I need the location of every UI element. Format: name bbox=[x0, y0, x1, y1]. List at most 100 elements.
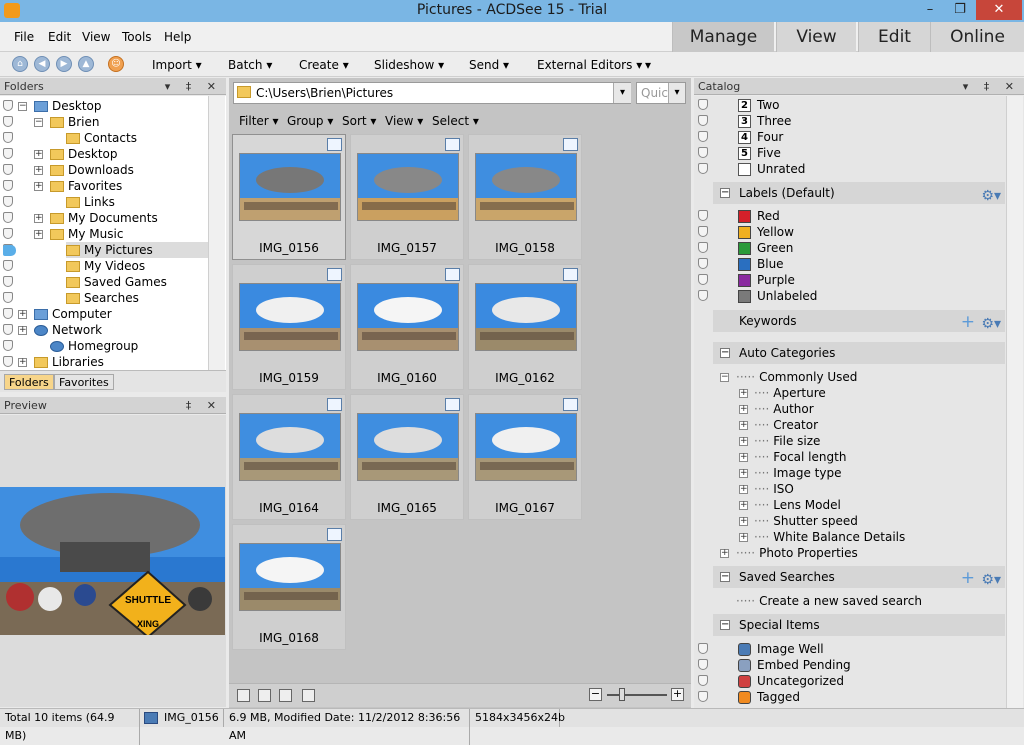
collapse-icon[interactable]: − bbox=[720, 373, 729, 382]
expand-toggle-icon[interactable]: + bbox=[34, 214, 43, 223]
collapse-icon[interactable]: − bbox=[720, 620, 730, 630]
auto-category-item[interactable]: ···· ISO bbox=[754, 481, 794, 497]
folder-tree-item[interactable]: Libraries bbox=[34, 354, 104, 370]
gear-icon[interactable]: ⚙▾ bbox=[981, 569, 1001, 591]
back-icon[interactable]: ◀ bbox=[34, 56, 50, 72]
thumbnail-item[interactable]: IMG_0164 bbox=[232, 394, 346, 520]
path-dropdown-icon[interactable]: ▾ bbox=[613, 83, 631, 103]
label-item[interactable]: Unlabeled bbox=[738, 288, 817, 304]
add-icon[interactable]: + bbox=[961, 567, 975, 589]
folder-tree-item[interactable]: My Videos bbox=[66, 258, 145, 274]
tab-favorites[interactable]: Favorites bbox=[54, 374, 114, 390]
tab-view[interactable]: View bbox=[776, 22, 856, 52]
folders-scrollbar[interactable] bbox=[208, 96, 225, 370]
folder-tree-item[interactable]: Homegroup bbox=[50, 338, 138, 354]
up-icon[interactable]: ▲ bbox=[78, 56, 94, 72]
refresh-icon[interactable] bbox=[279, 689, 292, 702]
view-menu[interactable]: View ▾ bbox=[385, 114, 423, 128]
rating-item[interactable]: 3 Three bbox=[738, 113, 791, 129]
expand-toggle-icon[interactable]: + bbox=[18, 358, 27, 367]
sort-menu[interactable]: Sort ▾ bbox=[342, 114, 376, 128]
preview-panel-controls[interactable]: ‡ ✕ bbox=[186, 397, 222, 414]
select-menu[interactable]: Select ▾ bbox=[432, 114, 479, 128]
saved-searches-section[interactable]: − Saved Searches + ⚙▾ bbox=[713, 566, 1005, 588]
tab-online[interactable]: Online bbox=[930, 22, 1024, 52]
zoom-slider[interactable] bbox=[607, 694, 667, 696]
auto-category-item[interactable]: ···· Focal length bbox=[754, 449, 846, 465]
expand-toggle-icon[interactable]: + bbox=[739, 501, 748, 510]
auto-categories-section[interactable]: − Auto Categories bbox=[713, 342, 1005, 364]
folder-tree-item[interactable]: My Music bbox=[50, 226, 123, 242]
expand-toggle-icon[interactable]: − bbox=[18, 102, 27, 111]
compare-icon[interactable] bbox=[302, 689, 315, 702]
thumbnail-item[interactable]: IMG_0158 bbox=[468, 134, 582, 260]
label-item[interactable]: Yellow bbox=[738, 224, 794, 240]
panel-controls[interactable]: ▾ ‡ ✕ bbox=[165, 78, 222, 95]
thumbnail-item[interactable]: IMG_0165 bbox=[350, 394, 464, 520]
menu-view[interactable]: View bbox=[82, 30, 110, 44]
rating-item[interactable]: Unrated bbox=[738, 161, 805, 177]
folder-tree-item[interactable]: Computer bbox=[34, 306, 112, 322]
zoom-in-icon[interactable]: + bbox=[671, 688, 684, 701]
expand-toggle-icon[interactable]: + bbox=[739, 437, 748, 446]
gear-icon[interactable]: ⚙▾ bbox=[981, 185, 1001, 207]
rating-item[interactable]: 2 Two bbox=[738, 97, 780, 113]
expand-toggle-icon[interactable]: + bbox=[739, 533, 748, 542]
label-item[interactable]: Red bbox=[738, 208, 780, 224]
toolbar-overflow-icon[interactable]: ▾ bbox=[645, 58, 651, 72]
expand-toggle-icon[interactable]: + bbox=[739, 421, 748, 430]
expand-toggle-icon[interactable]: + bbox=[18, 326, 27, 335]
tab-edit[interactable]: Edit bbox=[858, 22, 930, 52]
menu-tools[interactable]: Tools bbox=[122, 30, 152, 44]
expand-toggle-icon[interactable]: + bbox=[18, 310, 27, 319]
thumbnail-item[interactable]: IMG_0167 bbox=[468, 394, 582, 520]
folder-tree-item[interactable]: Contacts bbox=[66, 130, 137, 146]
rating-item[interactable]: 4 Four bbox=[738, 129, 783, 145]
catalog-panel-controls[interactable]: ▾ ‡ ✕ bbox=[963, 78, 1020, 95]
auto-category-item[interactable]: ···· White Balance Details bbox=[754, 529, 905, 545]
path-field[interactable]: C:\Users\Brien\Pictures bbox=[233, 82, 631, 104]
import-menu[interactable]: Import ▾ bbox=[152, 58, 202, 72]
thumbnail-item[interactable]: IMG_0160 bbox=[350, 264, 464, 390]
thumbnail-item[interactable]: IMG_0159 bbox=[232, 264, 346, 390]
special-item[interactable]: Uncategorized bbox=[738, 673, 844, 689]
auto-category-item[interactable]: ···· Image type bbox=[754, 465, 841, 481]
expand-toggle-icon[interactable]: + bbox=[34, 182, 43, 191]
group-menu[interactable]: Group ▾ bbox=[287, 114, 333, 128]
external-editors-menu[interactable]: External Editors ▾ bbox=[537, 58, 642, 72]
labels-section[interactable]: − Labels (Default) ⚙▾ bbox=[713, 182, 1005, 204]
folder-tree-item[interactable]: Downloads bbox=[50, 162, 134, 178]
collapse-icon[interactable]: − bbox=[720, 572, 730, 582]
close-button[interactable]: ✕ bbox=[976, 0, 1022, 20]
expand-toggle-icon[interactable]: − bbox=[34, 118, 43, 127]
label-item[interactable]: Green bbox=[738, 240, 793, 256]
folder-tree-item[interactable]: Favorites bbox=[50, 178, 122, 194]
expand-toggle-icon[interactable]: + bbox=[739, 453, 748, 462]
commonly-used-item[interactable]: ····· Commonly Used bbox=[736, 369, 857, 385]
home-icon[interactable]: ⌂ bbox=[12, 56, 28, 72]
folder-tree-item[interactable]: Searches bbox=[66, 290, 139, 306]
special-item[interactable]: Tagged bbox=[738, 689, 800, 705]
folder-tree-item[interactable]: Network bbox=[34, 322, 102, 338]
thumbnail-item[interactable]: IMG_0157 bbox=[350, 134, 464, 260]
forward-icon[interactable]: ▶ bbox=[56, 56, 72, 72]
expand-toggle-icon[interactable]: + bbox=[739, 389, 748, 398]
folder-tree-item[interactable]: Desktop bbox=[50, 146, 118, 162]
label-item[interactable]: Blue bbox=[738, 256, 784, 272]
thumbnail-item[interactable]: IMG_0168 bbox=[232, 524, 346, 650]
expand-toggle-icon[interactable]: + bbox=[739, 405, 748, 414]
menu-file[interactable]: File bbox=[14, 30, 34, 44]
menu-help[interactable]: Help bbox=[164, 30, 191, 44]
folder-tree-item[interactable]: Brien bbox=[50, 114, 100, 130]
expand-toggle-icon[interactable]: + bbox=[720, 549, 729, 558]
minimize-button[interactable]: – bbox=[916, 0, 944, 20]
collapse-icon[interactable]: − bbox=[720, 348, 730, 358]
shortcut-icon[interactable]: ☺ bbox=[108, 56, 124, 72]
auto-category-item[interactable]: ···· Creator bbox=[754, 417, 818, 433]
auto-category-item[interactable]: ···· Author bbox=[754, 401, 814, 417]
rotate-left-icon[interactable] bbox=[237, 689, 250, 702]
catalog-scrollbar[interactable] bbox=[1006, 96, 1023, 708]
special-items-section[interactable]: − Special Items bbox=[713, 614, 1005, 636]
slideshow-menu[interactable]: Slideshow ▾ bbox=[374, 58, 444, 72]
add-icon[interactable]: + bbox=[961, 311, 975, 333]
